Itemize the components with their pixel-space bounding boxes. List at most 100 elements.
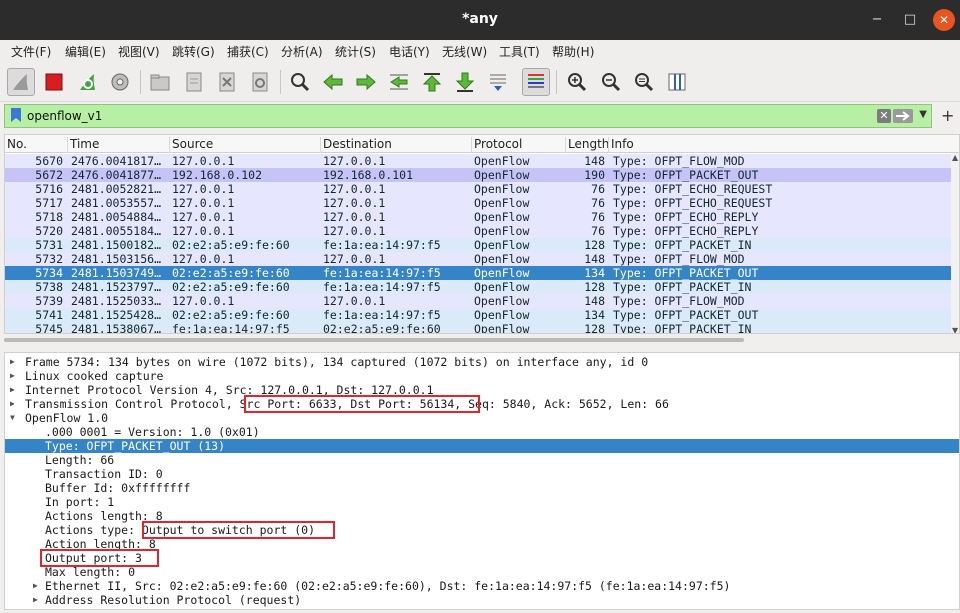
expand-arrow-icon[interactable]: ▶	[10, 369, 15, 383]
tree-item[interactable]: Actions length: 8	[5, 509, 959, 523]
maximize-button[interactable]: □	[899, 9, 921, 31]
packet-list-hscrollbar[interactable]	[4, 336, 956, 344]
display-filter-bar[interactable]: openflow_v1 ✕ ▼	[4, 104, 932, 128]
cell-length: 148	[584, 154, 605, 168]
cell-info: Type: OFPT_ECHO_REQUEST	[613, 196, 773, 210]
bookmark-icon[interactable]	[11, 108, 21, 125]
table-row[interactable]: 5741 2481.1525428… 02:e2:a5:e9:fe:60 fe:1a:…	[5, 308, 957, 322]
menu-analyze[interactable]: 分析(A)	[281, 43, 323, 60]
menu-statistics[interactable]: 统计(S)	[335, 43, 376, 60]
close-file-icon[interactable]	[213, 68, 241, 96]
table-row[interactable]: 5732 2481.1503156… 127.0.0.1 127.0.0.1 OpenF…	[5, 252, 957, 266]
column-protocol[interactable]: Protocol	[471, 137, 566, 153]
go-forward-icon[interactable]	[352, 68, 380, 96]
collapse-arrow-icon[interactable]: ▼	[10, 411, 15, 425]
table-row[interactable]: 5672 2476.0041877… 192.168.0.102 192.168.0.…	[5, 168, 957, 182]
go-to-packet-icon[interactable]	[385, 68, 413, 96]
chevron-down-icon[interactable]: ▼	[919, 109, 927, 120]
column-info[interactable]: Info	[608, 137, 948, 153]
clear-filter-icon[interactable]: ✕	[877, 109, 891, 123]
column-time[interactable]: Time	[67, 137, 169, 153]
packet-details[interactable]: ▶ Frame 5734: 134 bytes on wire (1072 bit…	[4, 352, 960, 610]
tree-item[interactable]: Length: 66	[5, 453, 959, 467]
scroll-up-icon[interactable]: ▲	[952, 153, 958, 162]
cell-src: 127.0.0.1	[172, 196, 235, 210]
tree-item[interactable]: Type: OFPT_PACKET_OUT (13)	[5, 439, 959, 453]
menu-telephony[interactable]: 电话(Y)	[389, 43, 430, 60]
menu-tools[interactable]: 工具(T)	[499, 43, 540, 60]
menu-wireless[interactable]: 无线(W)	[442, 43, 487, 60]
zoom-in-icon[interactable]	[563, 68, 591, 96]
open-file-icon[interactable]	[146, 68, 174, 96]
table-row[interactable]: 5738 2481.1523797… 02:e2:a5:e9:fe:60 fe:1a:…	[5, 280, 957, 294]
reload-file-icon[interactable]	[246, 68, 274, 96]
tree-item[interactable]: In port: 1	[5, 495, 959, 509]
scroll-down-icon[interactable]: ▼	[952, 326, 958, 333]
go-first-icon[interactable]	[418, 68, 446, 96]
table-row[interactable]: 5720 2481.0055184… 127.0.0.1 127.0.0.1 OpenF…	[5, 224, 957, 238]
capture-options-icon[interactable]	[106, 68, 134, 96]
expand-arrow-icon[interactable]: ▶	[33, 593, 38, 607]
cell-length: 76	[591, 182, 605, 196]
expand-arrow-icon[interactable]: ▶	[10, 355, 15, 369]
tree-item[interactable]: ▶ Address Resolution Protocol (request)	[5, 593, 959, 607]
table-row[interactable]: 5745 2481.1538067… fe:1a:ea:14:97:f5 02:e2:…	[5, 322, 957, 333]
close-button[interactable]: ✕	[933, 9, 955, 31]
save-file-icon[interactable]	[180, 68, 208, 96]
scroll-thumb[interactable]	[4, 338, 744, 342]
table-row[interactable]: 5718 2481.0054884… 127.0.0.1 127.0.0.1 OpenF…	[5, 210, 957, 224]
table-row[interactable]: 5670 2476.0041817… 127.0.0.1 127.0.0.1 OpenF…	[5, 154, 957, 168]
tree-item[interactable]: ▶ Ethernet II, Src: 02:e2:a5:e9:fe:60 (02…	[5, 579, 959, 593]
menu-go[interactable]: 跳转(G)	[172, 43, 215, 60]
add-filter-button[interactable]: +	[941, 106, 954, 125]
menu-view[interactable]: 视图(V)	[118, 43, 160, 60]
tree-item[interactable]: Output port: 3	[5, 551, 959, 565]
expand-arrow-icon[interactable]: ▶	[10, 383, 15, 397]
tree-item[interactable]: ▶ Transmission Control Protocol, Src Port…	[5, 397, 959, 411]
expand-arrow-icon[interactable]: ▶	[33, 579, 38, 593]
auto-scroll-icon[interactable]	[484, 68, 512, 96]
tree-item[interactable]: ▼ OpenFlow 1.0	[5, 411, 959, 425]
table-row[interactable]: 5731 2481.1500182… 02:e2:a5:e9:fe:60 fe:1a:…	[5, 238, 957, 252]
colorize-icon[interactable]	[522, 68, 550, 96]
tree-item[interactable]: Max length: 0	[5, 565, 959, 579]
tree-item[interactable]: ▶ Frame 5734: 134 bytes on wire (1072 bit…	[5, 355, 959, 369]
table-row[interactable]: 5739 2481.1525033… 127.0.0.1 127.0.0.1 OpenF…	[5, 294, 957, 308]
tree-item-label: Ethernet II, Src: 02:e2:a5:e9:fe:60 (02:…	[45, 579, 731, 593]
restart-capture-icon[interactable]	[74, 68, 102, 96]
menu-file[interactable]: 文件(F)	[11, 43, 51, 60]
tree-item[interactable]: Actions type: Output to switch port (0)	[5, 523, 959, 537]
tree-item[interactable]: Buffer Id: 0xffffffff	[5, 481, 959, 495]
go-back-icon[interactable]	[319, 68, 347, 96]
tree-item[interactable]: .000 0001 = Version: 1.0 (0x01)	[5, 425, 959, 439]
menu-help[interactable]: 帮助(H)	[552, 43, 594, 60]
apply-filter-icon[interactable]	[893, 109, 913, 123]
cell-no: 5731	[35, 238, 63, 252]
resize-columns-icon[interactable]	[663, 68, 691, 96]
column-no[interactable]: No.	[5, 137, 67, 153]
menu-edit[interactable]: 编辑(E)	[65, 43, 106, 60]
minimize-button[interactable]: −	[866, 9, 888, 31]
zoom-out-icon[interactable]	[597, 68, 625, 96]
table-row[interactable]: 5716 2481.0052821… 127.0.0.1 127.0.0.1 OpenF…	[5, 182, 957, 196]
shark-fin-start-icon[interactable]	[7, 68, 35, 96]
column-length[interactable]: Length	[565, 137, 609, 153]
tree-item[interactable]: Transaction ID: 0	[5, 467, 959, 481]
column-destination[interactable]: Destination	[320, 137, 472, 153]
packet-list[interactable]: No. Time Source Destination Protocol Len…	[4, 134, 960, 334]
tree-item[interactable]: ▶ Linux cooked capture	[5, 369, 959, 383]
go-last-icon[interactable]	[451, 68, 479, 96]
expand-arrow-icon[interactable]: ▶	[10, 397, 15, 411]
tree-item[interactable]: Action length: 8	[5, 537, 959, 551]
find-packet-icon[interactable]	[286, 68, 314, 96]
display-filter-input[interactable]: openflow_v1	[27, 109, 102, 123]
table-row[interactable]: 5734 2481.1503749… 02:e2:a5:e9:fe:60 fe:1a:…	[5, 266, 957, 280]
table-row[interactable]: 5717 2481.0053557… 127.0.0.1 127.0.0.1 OpenF…	[5, 196, 957, 210]
zoom-normal-icon[interactable]	[630, 68, 658, 96]
cell-info: Type: OFPT_FLOW_MOD	[613, 294, 745, 308]
tree-item[interactable]: ▶ Internet Protocol Version 4, Src: 127.0…	[5, 383, 959, 397]
packet-list-scrollbar[interactable]: ▲ ▼	[951, 153, 959, 333]
stop-capture-icon[interactable]	[40, 68, 68, 96]
column-source[interactable]: Source	[169, 137, 321, 153]
menu-capture[interactable]: 捕获(C)	[227, 43, 269, 60]
